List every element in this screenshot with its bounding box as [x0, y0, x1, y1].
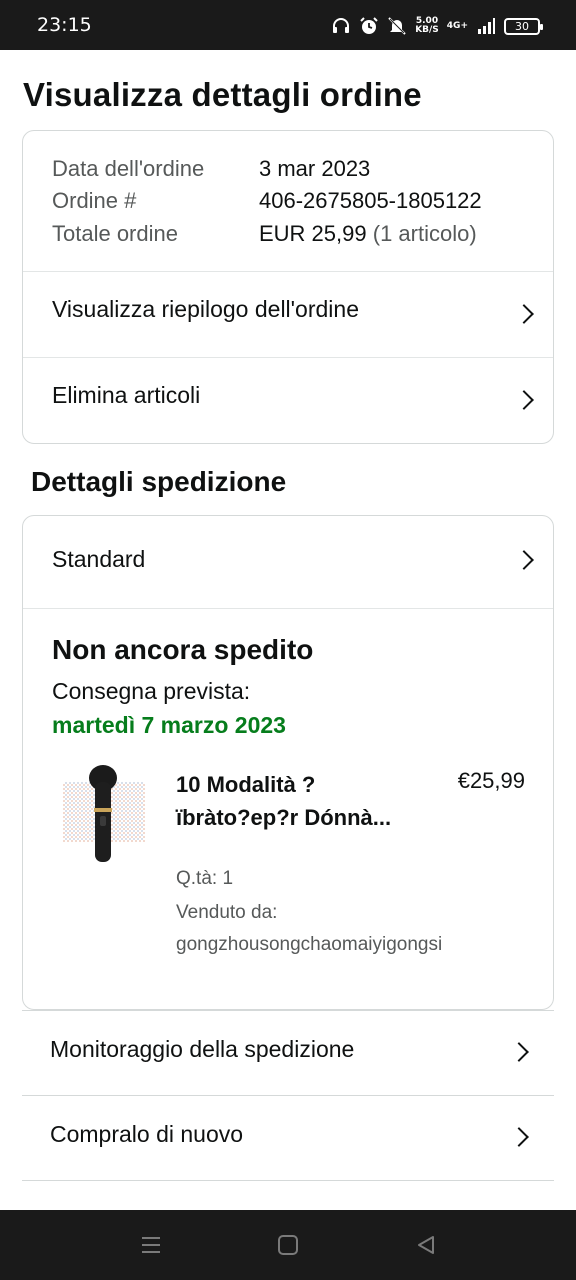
page-title: Visualizza dettagli ordine — [23, 76, 422, 113]
delivery-date: martedì 7 marzo 2023 — [52, 712, 286, 738]
chevron-right-icon — [514, 550, 534, 570]
shipping-method-label: Standard — [52, 546, 146, 572]
order-total-items: (1 articolo) — [372, 221, 477, 246]
delete-items-link[interactable]: Elimina articoli — [23, 358, 553, 444]
alarm-icon — [360, 17, 378, 34]
status-icons: 5.00 KB/S 4G+ 30 — [331, 14, 543, 38]
shipment-status: Non ancora spedito — [52, 634, 314, 665]
product-price: €25,99 — [457, 768, 525, 793]
status-bar: 23:15 5.00 KB/S 4G+ 30 — [0, 0, 576, 50]
seller-name: gongzhousongchaomaiyigongsi — [176, 934, 443, 955]
product-image[interactable] — [63, 764, 145, 870]
seller-label: Venduto da: — [176, 902, 278, 923]
headphones-icon — [333, 18, 350, 33]
network-speed: 5.00 KB/S — [415, 17, 439, 35]
track-shipment-label: Monitoraggio della spedizione — [50, 1036, 355, 1062]
status-time: 23:15 — [37, 14, 92, 36]
system-nav-bar — [0, 1210, 576, 1280]
back-icon[interactable] — [415, 1234, 437, 1256]
chevron-right-icon — [514, 390, 534, 410]
network-speed-unit: KB/S — [415, 25, 439, 35]
order-date-value: 3 mar 2023 — [259, 156, 371, 181]
home-icon[interactable] — [277, 1234, 299, 1256]
order-total-amount: EUR 25,99 — [259, 221, 367, 246]
shipping-section-title: Dettagli spedizione — [31, 466, 287, 497]
divider — [23, 608, 553, 609]
order-number-value: 406-2675805-1805122 — [259, 188, 482, 213]
shipping-card: Standard Non ancora spedito Consegna pre… — [22, 515, 554, 1010]
delete-items-label: Elimina articoli — [52, 382, 201, 408]
buy-again-button[interactable]: Compralo di nuovo — [22, 1095, 554, 1181]
product-quantity: Q.tà: 1 — [176, 868, 234, 889]
order-number-label: Ordine # — [52, 188, 137, 213]
menu-icon[interactable] — [140, 1234, 162, 1256]
shipping-method-link[interactable]: Standard — [23, 516, 553, 608]
chevron-right-icon — [509, 1127, 529, 1147]
chevron-right-icon — [514, 304, 534, 324]
order-summary-link[interactable]: Visualizza riepilogo dell'ordine — [23, 272, 553, 357]
battery-icon: 30 — [504, 17, 543, 35]
delivery-label: Consegna prevista: — [52, 678, 251, 704]
product-name[interactable]: 10 Modalità ? ïbràto?ep?r Dónnà... — [176, 768, 396, 834]
mute-icon — [388, 17, 406, 35]
signal-bars-icon — [478, 18, 495, 34]
order-summary-label: Visualizza riepilogo dell'ordine — [52, 296, 359, 322]
order-date-label: Data dell'ordine — [52, 156, 205, 181]
signal-label: 4G+ — [446, 21, 468, 31]
buy-again-label: Compralo di nuovo — [50, 1121, 244, 1147]
order-info-card: Data dell'ordine 3 mar 2023 Ordine # 406… — [22, 130, 554, 444]
track-shipment-button[interactable]: Monitoraggio della spedizione — [22, 1010, 554, 1096]
order-total-label: Totale ordine — [52, 221, 178, 246]
order-total-value: EUR 25,99 (1 articolo) — [259, 221, 477, 247]
chevron-right-icon — [509, 1042, 529, 1062]
